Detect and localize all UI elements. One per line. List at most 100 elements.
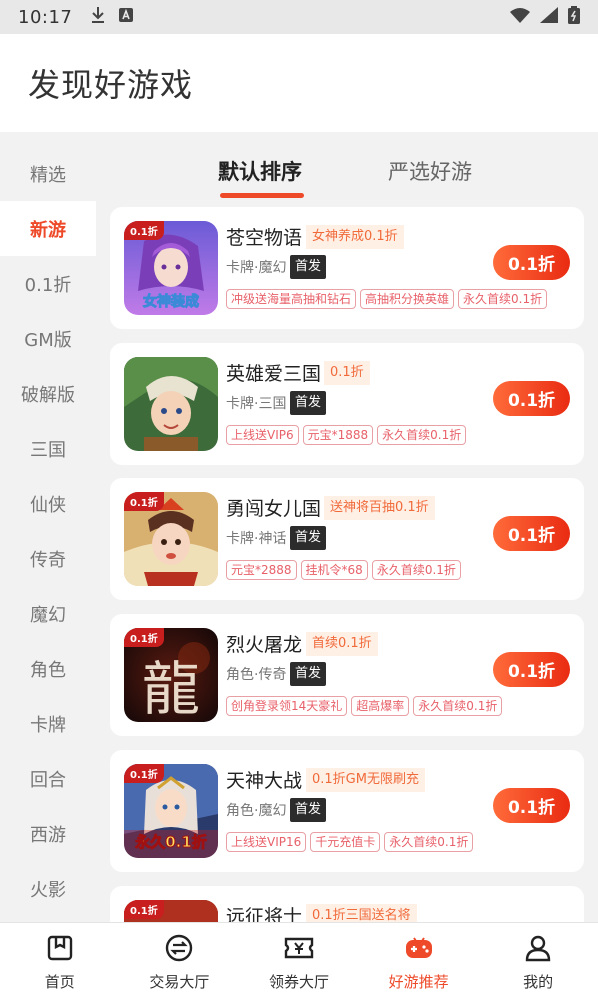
- first-release-badge: 首发: [290, 391, 327, 415]
- game-icon: 0.1折 龍: [124, 628, 218, 722]
- nav-recommend[interactable]: 好游推荐: [359, 923, 479, 998]
- sidebar-item-three-kingdoms[interactable]: 三国: [0, 421, 96, 476]
- sort-tabs: 默认排序 严选好游: [96, 146, 598, 206]
- signal-icon: [540, 7, 558, 27]
- nav-label: 领券大厅: [268, 973, 329, 991]
- nav-profile[interactable]: 我的: [478, 923, 598, 998]
- benefit-chips: 元宝*2888 挂机令*68 永久首续0.1折: [226, 560, 461, 580]
- sidebar-item-fantasy[interactable]: 魔幻: [0, 586, 96, 641]
- promo-tag: 0.1折三国送名将: [306, 904, 417, 922]
- game-card[interactable]: 0.1折 女神装成 苍空物语 女神养成0.1折 卡牌·魔幻 首发 冲级送海量高抽…: [110, 207, 584, 329]
- benefit-chips: 上线送VIP16 千元充值卡 永久首续0.1折: [226, 832, 474, 852]
- discount-button[interactable]: 0.1折: [493, 652, 570, 687]
- benefit-chip: 永久首续0.1折: [384, 832, 474, 852]
- game-name: 苍空物语: [226, 227, 303, 249]
- discount-button[interactable]: 0.1折: [493, 788, 570, 823]
- wifi-icon: [510, 7, 530, 27]
- discount-button[interactable]: 0.1折: [493, 245, 570, 280]
- status-bar: 10:17: [0, 0, 598, 34]
- bottom-nav: 首页 交易大厅 领券大厅 好游推荐 我的: [0, 922, 598, 998]
- profile-icon: [523, 933, 553, 963]
- tab-default-sort[interactable]: 默认排序: [218, 156, 302, 186]
- benefit-chip: 永久首续0.1折: [371, 560, 461, 580]
- sidebar-item-featured[interactable]: 精选: [0, 146, 96, 201]
- sidebar-item-legend[interactable]: 传奇: [0, 531, 96, 586]
- game-art-hero-boy: [124, 357, 218, 451]
- nav-label: 首页: [44, 973, 75, 991]
- promo-tag: 首续0.1折: [306, 632, 378, 656]
- benefit-chip: 千元充值卡: [310, 832, 381, 852]
- game-art-caption: 女神装成: [143, 294, 200, 311]
- sidebar-item-naruto[interactable]: 火影: [0, 861, 96, 916]
- dragon-glyph: 龍: [141, 655, 200, 722]
- game-name: 勇闯女儿国: [226, 498, 322, 520]
- benefit-chip: 挂机令*68: [300, 560, 368, 580]
- benefit-chip: 创角登录领14天豪礼: [226, 696, 348, 716]
- game-genre: 角色·传奇: [226, 667, 287, 683]
- sidebar-item-discount[interactable]: 0.1折: [0, 256, 96, 311]
- nav-label: 交易大厅: [149, 973, 210, 991]
- promo-tag: 送神将百抽0.1折: [324, 496, 435, 520]
- promo-tag: 0.1折GM无限刷充: [306, 768, 425, 792]
- game-icon: 0.1折: [124, 492, 218, 586]
- nav-label: 好游推荐: [388, 973, 449, 991]
- game-name: 天神大战: [226, 770, 303, 792]
- nav-label: 我的: [523, 973, 554, 991]
- first-release-badge: 首发: [290, 798, 327, 822]
- game-name: 烈火屠龙: [226, 634, 303, 656]
- first-release-badge: 首发: [290, 526, 327, 550]
- game-genre: 卡牌·三国: [226, 396, 287, 412]
- sidebar-item-gm[interactable]: GM版: [0, 311, 96, 366]
- game-icon: 0.1折: [124, 900, 218, 922]
- font-a-icon: [118, 7, 134, 27]
- benefit-chip: 高抽积分换英雄: [360, 289, 455, 309]
- sidebar-item-cracked[interactable]: 破解版: [0, 366, 96, 421]
- benefit-chip: 永久首续0.1折: [413, 696, 503, 716]
- game-card[interactable]: 0.1折 勇闯女儿国 送神将百抽0.1折 卡牌·神话 首发 元宝*2888 挂机…: [110, 478, 584, 600]
- game-name: 远征将士: [226, 906, 303, 922]
- promo-tag: 0.1折: [324, 361, 370, 385]
- discount-corner-badge: 0.1折: [124, 900, 164, 919]
- game-icon: 0.1折 永久0.1折: [124, 764, 218, 858]
- game-list-panel: 默认排序 严选好游 0.1折 女神装成 苍空物语 女神养成0.1折 卡牌·魔幻 …: [96, 132, 598, 922]
- tab-curated-games[interactable]: 严选好游: [388, 156, 472, 186]
- game-icon: 0.1折 女神装成: [124, 221, 218, 315]
- sidebar-item-turn-based[interactable]: 回合: [0, 751, 96, 806]
- coupon-icon: [284, 933, 314, 963]
- benefit-chip: 永久首续0.1折: [377, 425, 467, 445]
- game-genre: 角色·魔幻: [226, 803, 287, 819]
- promo-tag: 女神养成0.1折: [306, 225, 404, 249]
- first-release-badge: 首发: [290, 662, 327, 686]
- category-sidebar: 精选 新游 0.1折 GM版 破解版 三国 仙侠 传奇 魔幻 角色 卡牌 回合 …: [0, 146, 96, 922]
- benefit-chip: 元宝*1888: [302, 425, 374, 445]
- game-art-caption: 永久0.1折: [135, 833, 208, 852]
- nav-exchange[interactable]: 交易大厅: [120, 923, 240, 998]
- discount-corner-badge: 0.1折: [124, 492, 164, 511]
- gamepad-icon: [404, 933, 434, 963]
- nav-coupons[interactable]: 领券大厅: [239, 923, 359, 998]
- game-card[interactable]: 0.1折 龍 烈火屠龙 首续0.1折 角色·传奇 首发 创角登录领14天豪礼 超…: [110, 614, 584, 736]
- active-tab-underline: [220, 193, 304, 198]
- status-time: 10:17: [18, 6, 73, 28]
- sidebar-item-journey-west[interactable]: 西游: [0, 806, 96, 861]
- sidebar-item-card[interactable]: 卡牌: [0, 696, 96, 751]
- benefit-chip: 上线送VIP16: [226, 832, 307, 852]
- sidebar-item-new-games[interactable]: 新游: [0, 201, 96, 256]
- nav-home[interactable]: 首页: [0, 923, 120, 998]
- game-name: 英雄爱三国: [226, 363, 322, 385]
- game-icon: [124, 357, 218, 451]
- game-card[interactable]: 0.1折 远征将士 0.1折三国送名将: [110, 886, 584, 922]
- game-card[interactable]: 0.1折 永久0.1折 天神大战 0.1折GM无限刷充 角色·魔幻 首发 上线送…: [110, 750, 584, 872]
- home-icon: [45, 933, 75, 963]
- benefit-chip: 永久首续0.1折: [458, 289, 548, 309]
- discount-corner-badge: 0.1折: [124, 764, 164, 783]
- game-card[interactable]: 英雄爱三国 0.1折 卡牌·三国 首发 上线送VIP6 元宝*1888 永久首续…: [110, 343, 584, 465]
- benefit-chip: 上线送VIP6: [226, 425, 299, 445]
- sidebar-item-rpg[interactable]: 角色: [0, 641, 96, 696]
- benefit-chips: 创角登录领14天豪礼 超高爆率 永久首续0.1折: [226, 696, 503, 716]
- benefit-chip: 超高爆率: [351, 696, 410, 716]
- page-title: 发现好游戏: [28, 66, 194, 104]
- discount-button[interactable]: 0.1折: [493, 381, 570, 416]
- sidebar-item-xianxia[interactable]: 仙侠: [0, 476, 96, 531]
- discount-button[interactable]: 0.1折: [493, 516, 570, 551]
